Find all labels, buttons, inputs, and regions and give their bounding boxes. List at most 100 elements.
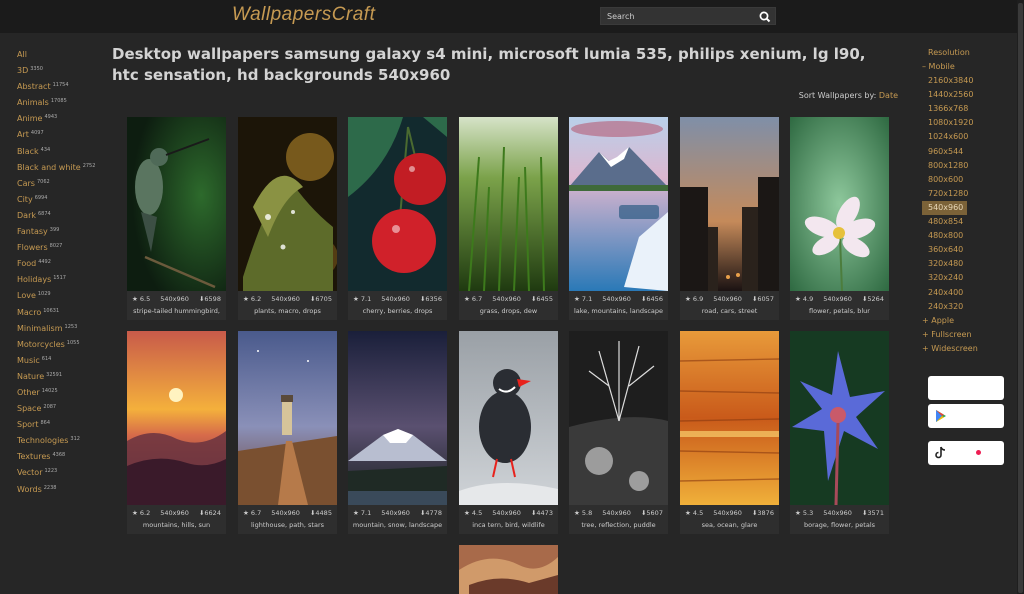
wallpaper-card[interactable]: ★ 6.2 540x960 ⬇6705 plants, macro, drops: [238, 117, 337, 320]
category-link[interactable]: Other 14025: [17, 384, 112, 400]
app-store-badge[interactable]: [928, 376, 1004, 400]
resolution-option[interactable]: 320x240: [922, 271, 967, 285]
category-link[interactable]: Sport 864: [17, 416, 112, 432]
resolution-option[interactable]: 480x800: [922, 229, 967, 243]
wallpaper-card[interactable]: ★ 6.2 540x960 ⬇6624 mountains, hills, sun: [127, 331, 226, 534]
resolution-option[interactable]: 1366x768: [922, 102, 968, 116]
category-link[interactable]: Food 4492: [17, 255, 112, 271]
resolution-option[interactable]: 540x960: [922, 200, 967, 216]
resolution-option[interactable]: 720x1280: [922, 187, 968, 201]
wallpaper-tags[interactable]: lighthouse, path, stars: [238, 521, 337, 529]
wallpaper-thumbnail[interactable]: [348, 331, 447, 505]
category-link[interactable]: Nature 32591: [17, 368, 112, 384]
resolution-option[interactable]: 2160x3840: [922, 74, 973, 88]
category-link[interactable]: City 6994: [17, 191, 112, 207]
wallpaper-card[interactable]: ★ 6.5 540x960 ⬇6598 stripe-tailed hummingbi…: [127, 117, 226, 320]
wallpaper-card[interactable]: [459, 545, 558, 594]
resolution-option[interactable]: 1080x1920: [922, 116, 973, 130]
resolution-option[interactable]: 960x544: [922, 145, 967, 159]
wallpaper-tags[interactable]: stripe-tailed hummingbird,: [127, 307, 226, 315]
category-link[interactable]: 3D 3350: [17, 62, 112, 78]
wallpaper-thumbnail[interactable]: [127, 331, 226, 505]
category-link[interactable]: Space 2087: [17, 400, 112, 416]
category-link[interactable]: Flowers 8027: [17, 239, 112, 255]
wallpaper-thumbnail[interactable]: [238, 117, 337, 291]
wallpaper-tags[interactable]: borage, flower, petals: [790, 521, 889, 529]
resolution-option[interactable]: 360x640: [922, 243, 967, 257]
category-link[interactable]: Textures 4368: [17, 448, 112, 464]
wallpaper-thumbnail[interactable]: [459, 117, 558, 291]
wallpaper-thumbnail[interactable]: [680, 117, 779, 291]
category-link[interactable]: Abstract 11754: [17, 78, 112, 94]
wallpaper-thumbnail[interactable]: [459, 545, 558, 594]
wallpaper-thumbnail[interactable]: [569, 331, 668, 505]
tiktok-badge[interactable]: [928, 441, 1004, 465]
resolution-group-widescreen[interactable]: + Widescreen: [922, 342, 1012, 356]
resolution-option[interactable]: 800x600: [922, 173, 967, 187]
category-link[interactable]: Minimalism 1253: [17, 320, 112, 336]
wallpaper-tags[interactable]: tree, reflection, puddle: [569, 521, 668, 529]
wallpaper-card[interactable]: ★ 4.9 540x960 ⬇5264 flower, petals, blur: [790, 117, 889, 320]
category-link[interactable]: Dark 6874: [17, 207, 112, 223]
wallpaper-card[interactable]: ★ 6.7 540x960 ⬇6455 grass, drops, dew: [459, 117, 558, 320]
category-link[interactable]: Cars 7062: [17, 175, 112, 191]
wallpaper-tags[interactable]: sea, ocean, glare: [680, 521, 779, 529]
category-link[interactable]: All: [17, 46, 112, 62]
resolution-option[interactable]: 1024x600: [922, 130, 968, 144]
resolution-option[interactable]: 800x1280: [922, 159, 968, 173]
search-button[interactable]: [758, 9, 772, 23]
category-link[interactable]: Animals 17085: [17, 94, 112, 110]
resolution-group-apple[interactable]: + Apple: [922, 314, 1012, 328]
resolution-option[interactable]: 1440x2560: [922, 88, 973, 102]
category-link[interactable]: Motorcycles 1055: [17, 336, 112, 352]
resolution-group-fullscreen[interactable]: + Fullscreen: [922, 328, 1012, 342]
resolution-option[interactable]: 480x854: [922, 215, 967, 229]
wallpaper-tags[interactable]: grass, drops, dew: [459, 307, 558, 315]
category-link[interactable]: Vector 1223: [17, 464, 112, 480]
category-link[interactable]: Holidays 1517: [17, 271, 112, 287]
sort-by-date-link[interactable]: Date: [879, 91, 898, 100]
site-logo[interactable]: WallpapersCraft: [232, 4, 375, 26]
wallpaper-card[interactable]: ★ 4.5 540x960 ⬇4473 inca tern, bird, wildli…: [459, 331, 558, 534]
scrollbar-thumb[interactable]: [1018, 3, 1023, 593]
wallpaper-card[interactable]: ★ 7.1 540x960 ⬇6356 cherry, berries, drops: [348, 117, 447, 320]
wallpaper-card[interactable]: ★ 5.8 540x960 ⬇5607 tree, reflection, puddl…: [569, 331, 668, 534]
wallpaper-tags[interactable]: road, cars, street: [680, 307, 779, 315]
resolution-option[interactable]: 240x320: [922, 300, 967, 314]
category-link[interactable]: Black and white 2752: [17, 159, 112, 175]
resolution-option[interactable]: 320x480: [922, 257, 967, 271]
wallpaper-thumbnail[interactable]: [790, 117, 889, 291]
wallpaper-card[interactable]: ★ 7.1 540x960 ⬇4778 mountain, snow, landsca…: [348, 331, 447, 534]
wallpaper-tags[interactable]: mountain, snow, landscape: [348, 521, 447, 529]
category-link[interactable]: Art 4097: [17, 126, 112, 142]
wallpaper-card[interactable]: ★ 6.7 540x960 ⬇4485 lighthouse, path, stars: [238, 331, 337, 534]
wallpaper-thumbnail[interactable]: [680, 331, 779, 505]
wallpaper-thumbnail[interactable]: [790, 331, 889, 505]
wallpaper-tags[interactable]: cherry, berries, drops: [348, 307, 447, 315]
wallpaper-tags[interactable]: plants, macro, drops: [238, 307, 337, 315]
wallpaper-thumbnail[interactable]: [569, 117, 668, 291]
page-scrollbar[interactable]: [1017, 0, 1024, 594]
category-link[interactable]: Macro 10631: [17, 304, 112, 320]
category-link[interactable]: Technologies 312: [17, 432, 112, 448]
wallpaper-card[interactable]: ★ 4.5 540x960 ⬇3876 sea, ocean, glare: [680, 331, 779, 534]
wallpaper-tags[interactable]: flower, petals, blur: [790, 307, 889, 315]
wallpaper-tags[interactable]: lake, mountains, landscape: [569, 307, 668, 315]
category-link[interactable]: Fantasy 399: [17, 223, 112, 239]
category-link[interactable]: Words 2238: [17, 481, 112, 497]
wallpaper-thumbnail[interactable]: [127, 117, 226, 291]
wallpaper-card[interactable]: ★ 6.9 540x960 ⬇6057 road, cars, street: [680, 117, 779, 320]
wallpaper-tags[interactable]: mountains, hills, sun: [127, 521, 226, 529]
wallpaper-card[interactable]: ★ 7.1 540x960 ⬇6456 lake, mountains, landsc…: [569, 117, 668, 320]
wallpaper-thumbnail[interactable]: [348, 117, 447, 291]
category-link[interactable]: Music 614: [17, 352, 112, 368]
category-link[interactable]: Love 1029: [17, 287, 112, 303]
resolution-option[interactable]: 240x400: [922, 286, 967, 300]
resolution-group-mobile[interactable]: – Mobile: [922, 60, 1012, 74]
category-link[interactable]: Anime 4943: [17, 110, 112, 126]
wallpaper-tags[interactable]: inca tern, bird, wildlife: [459, 521, 558, 529]
google-play-badge[interactable]: [928, 404, 1004, 428]
category-link[interactable]: Black 434: [17, 143, 112, 159]
wallpaper-thumbnail[interactable]: [459, 331, 558, 505]
wallpaper-thumbnail[interactable]: [238, 331, 337, 505]
